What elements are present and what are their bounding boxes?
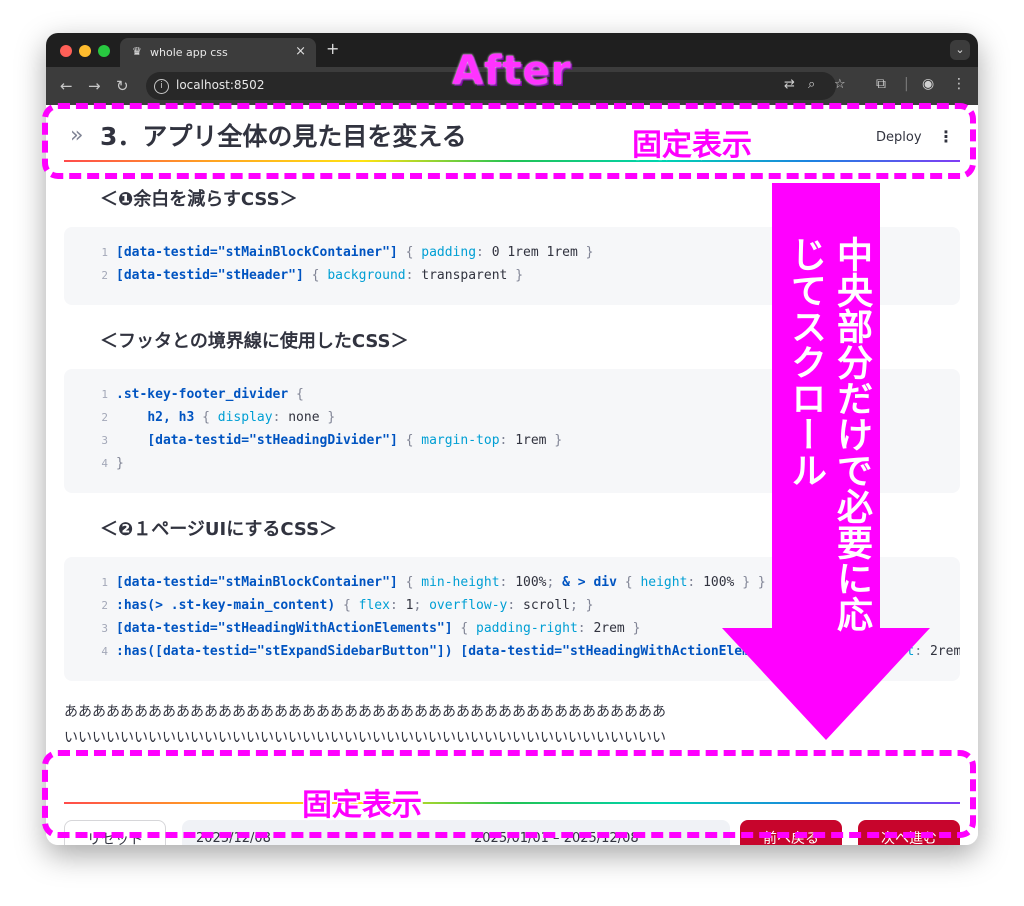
fixed-footer-outline [42,750,976,838]
scroll-note: 中央部分だけで必要に応じてスクロール [785,236,872,632]
fixed-footer-label: 固定表示 [302,788,422,823]
